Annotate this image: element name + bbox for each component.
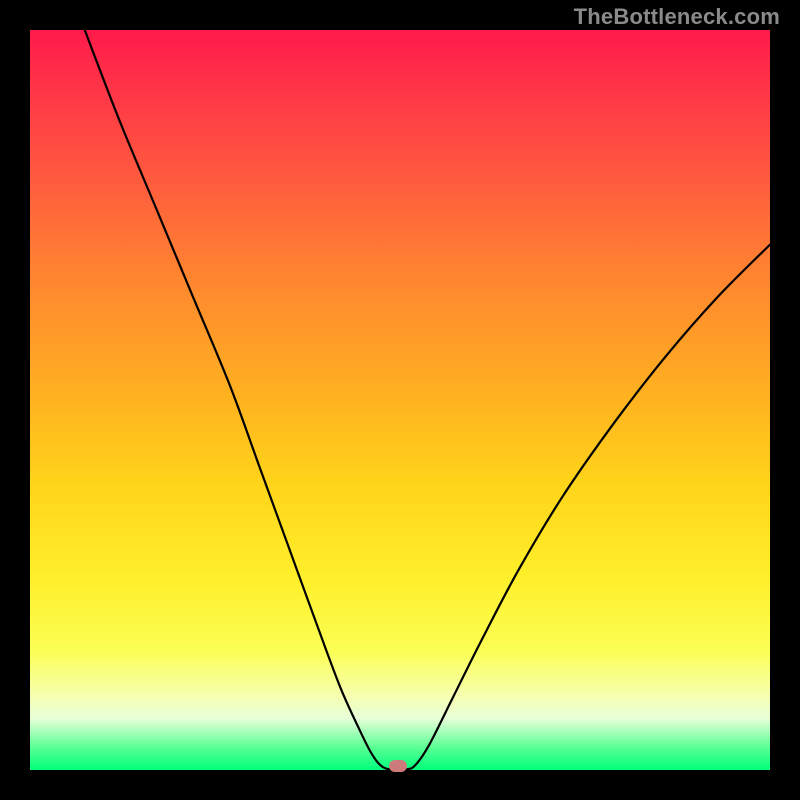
watermark-text: TheBottleneck.com <box>574 4 780 30</box>
optimal-point-marker <box>389 760 407 772</box>
plot-area <box>30 30 770 770</box>
bottleneck-curve <box>30 30 770 770</box>
chart-frame: TheBottleneck.com <box>0 0 800 800</box>
